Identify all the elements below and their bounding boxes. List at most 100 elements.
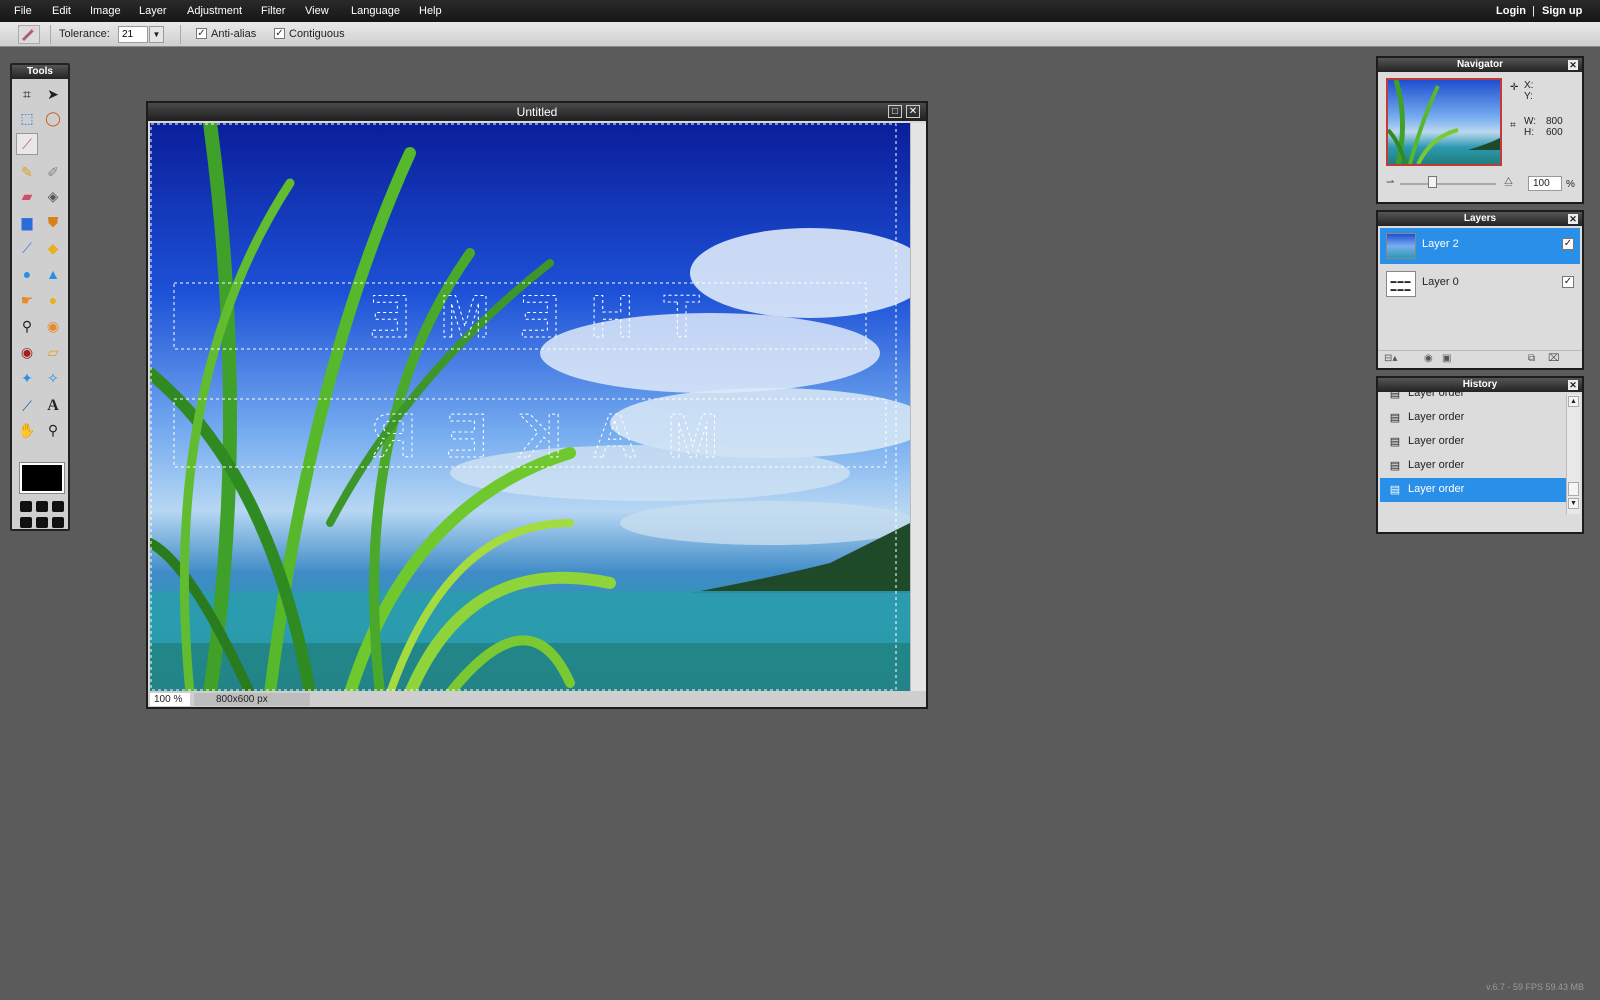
history-item[interactable]: ▤ Layer order (1380, 382, 1566, 406)
menu-adjustment[interactable]: Adjustment (187, 0, 242, 22)
color-replace-icon[interactable]: ⟋ (16, 237, 38, 259)
spot-heal-icon[interactable]: ▱ (42, 341, 64, 363)
zoom-in-icon[interactable]: ⧋ (1504, 176, 1513, 187)
preset-swatch[interactable] (36, 501, 48, 512)
drawing-icon[interactable]: ◆ (42, 237, 64, 259)
history-item[interactable]: ▤ Layer order (1380, 478, 1566, 502)
history-item[interactable]: ▤ Layer order (1380, 406, 1566, 430)
layer-visibility-checkbox[interactable]: ✓ (1562, 238, 1574, 250)
smudge-icon[interactable]: ☛ (16, 289, 38, 311)
marquee-icon[interactable]: ⬚ (16, 107, 38, 129)
height-label: H: (1524, 127, 1534, 138)
history-scrollbar[interactable]: ▲ ▼ (1566, 394, 1580, 514)
layers-panel: Layers ✕ Layer 2 ✓ ▬▬▬ ▬▬▬ Layer 0 ✓ ⊟▴ ◉… (1376, 210, 1584, 370)
crop-icon[interactable]: ⌗ (16, 83, 38, 105)
history-item-label: Layer order (1408, 411, 1465, 423)
delete-layer-icon[interactable]: ⌧ (1548, 353, 1560, 364)
preset-swatch[interactable] (36, 517, 48, 528)
history-item[interactable]: ▤ Layer order (1380, 430, 1566, 454)
menu-language[interactable]: Language (351, 0, 400, 22)
scroll-up-icon[interactable]: ▲ (1568, 396, 1579, 407)
maximize-icon[interactable]: □ (888, 105, 902, 118)
menu-filter[interactable]: Filter (261, 0, 285, 22)
bloat-icon[interactable]: ✦ (16, 367, 38, 389)
red-eye-icon[interactable]: ◉ (16, 341, 38, 363)
layer-row[interactable]: ▬▬▬ ▬▬▬ Layer 0 ✓ (1380, 266, 1580, 302)
preset-swatch[interactable] (52, 501, 64, 512)
burn-icon[interactable]: ◉ (42, 315, 64, 337)
navigator-thumbnail[interactable] (1386, 78, 1502, 166)
document-title-bar[interactable]: Untitled □ ✕ (148, 103, 926, 121)
dimensions-icon: ⌗ (1510, 120, 1516, 131)
magic-wand-icon[interactable] (18, 25, 40, 44)
document-status-bar: 100 % 800x600 px (148, 691, 926, 707)
menu-file[interactable]: File (14, 0, 32, 22)
scroll-down-icon[interactable]: ▼ (1568, 498, 1579, 509)
antialias-checkbox[interactable]: ✓ (196, 28, 207, 39)
new-layer-icon[interactable]: ⧉ (1528, 353, 1535, 364)
layer-mask-icon[interactable]: ◉ (1424, 353, 1433, 364)
swatch-presets[interactable] (20, 501, 64, 529)
tolerance-dropdown-button[interactable]: ▼ (149, 26, 164, 43)
width-value: 800 (1546, 116, 1563, 127)
sharpen-icon[interactable]: ▲ (42, 263, 64, 285)
menu-edit[interactable]: Edit (52, 0, 71, 22)
brush-icon[interactable]: ✐ (42, 161, 64, 183)
menu-image[interactable]: Image (90, 0, 121, 22)
menu-separator: | (1532, 5, 1535, 17)
type-icon[interactable]: A (42, 395, 64, 417)
close-icon[interactable]: ✕ (906, 105, 920, 118)
width-label: W: (1524, 116, 1537, 127)
pinch-icon[interactable]: ✧ (42, 367, 64, 389)
history-item[interactable]: ▤ Layer order (1380, 454, 1566, 478)
zoom-icon[interactable]: ⚲ (42, 419, 64, 441)
layer-row[interactable]: Layer 2 ✓ (1380, 228, 1580, 264)
eraser-icon[interactable]: ▰ (16, 185, 38, 207)
stamp-icon[interactable]: ⛊ (42, 211, 64, 233)
zoom-level[interactable]: 100 % (150, 693, 190, 706)
document-window: Untitled □ ✕ THEME MAKER 100 % 800x600 p… (146, 101, 928, 709)
antialias-label: Anti-alias (211, 28, 257, 40)
history-item-label: Layer order (1408, 387, 1465, 399)
tolerance-input[interactable] (118, 26, 148, 43)
color-picker-icon[interactable]: ⟋ (16, 395, 38, 417)
preset-swatch[interactable] (52, 517, 64, 528)
foreground-color-swatch[interactable] (19, 462, 65, 494)
signup-link[interactable]: Sign up (1542, 0, 1582, 22)
preset-swatch[interactable] (20, 517, 32, 528)
preset-swatch[interactable] (20, 501, 32, 512)
pencil-icon[interactable]: ✎ (16, 161, 38, 183)
hand-icon[interactable]: ✋ (16, 419, 38, 441)
menu-layer[interactable]: Layer (139, 0, 167, 22)
menu-view[interactable]: View (305, 0, 329, 22)
layer-adjust-icon[interactable]: ▣ (1442, 353, 1451, 364)
zoom-slider-handle[interactable] (1428, 176, 1437, 188)
layers-title: Layers ✕ (1378, 212, 1582, 226)
dodge-icon[interactable]: ⚲ (16, 315, 38, 337)
lasso-icon[interactable]: ◯ (42, 107, 64, 129)
layer-style-icon[interactable]: ⊟▴ (1384, 353, 1397, 364)
move-icon[interactable]: ➤ (42, 83, 64, 105)
tools-panel: Tools ⌗ ➤ ⬚ ◯ ⟋ ✎ ✐ ▰ ◈ ▆ ⛊ ⟋ ◆ ● ▲ ☛ ● … (10, 63, 70, 531)
tool-options-bar: Tolerance: ▼ ✓ Anti-alias ✓ Contiguous (0, 22, 1600, 47)
menu-help[interactable]: Help (419, 0, 442, 22)
gradient-icon[interactable]: ▆ (16, 211, 38, 233)
blur-icon[interactable]: ● (16, 263, 38, 285)
close-icon[interactable]: ✕ (1568, 60, 1578, 70)
magic-wand-icon[interactable]: ⟋ (16, 133, 38, 155)
zoom-out-icon[interactable]: ⇀ (1386, 177, 1394, 188)
layer-visibility-checkbox[interactable]: ✓ (1562, 276, 1574, 288)
close-icon[interactable]: ✕ (1568, 380, 1578, 390)
contiguous-checkbox[interactable]: ✓ (274, 28, 285, 39)
close-icon[interactable]: ✕ (1568, 214, 1578, 224)
zoom-slider-track[interactable] (1400, 183, 1496, 185)
navigator-zoom-input[interactable]: 100 (1528, 176, 1562, 191)
login-link[interactable]: Login (1496, 0, 1526, 22)
sponge-icon[interactable]: ● (42, 289, 64, 311)
image-size: 800x600 px (194, 693, 310, 706)
image-canvas[interactable]: THEME MAKER (150, 123, 910, 693)
bucket-icon[interactable]: ◈ (42, 185, 64, 207)
canvas-vertical-scrollbar[interactable] (910, 123, 926, 693)
zoom-percent-label: % (1566, 179, 1575, 190)
scroll-thumb[interactable] (1568, 482, 1579, 496)
